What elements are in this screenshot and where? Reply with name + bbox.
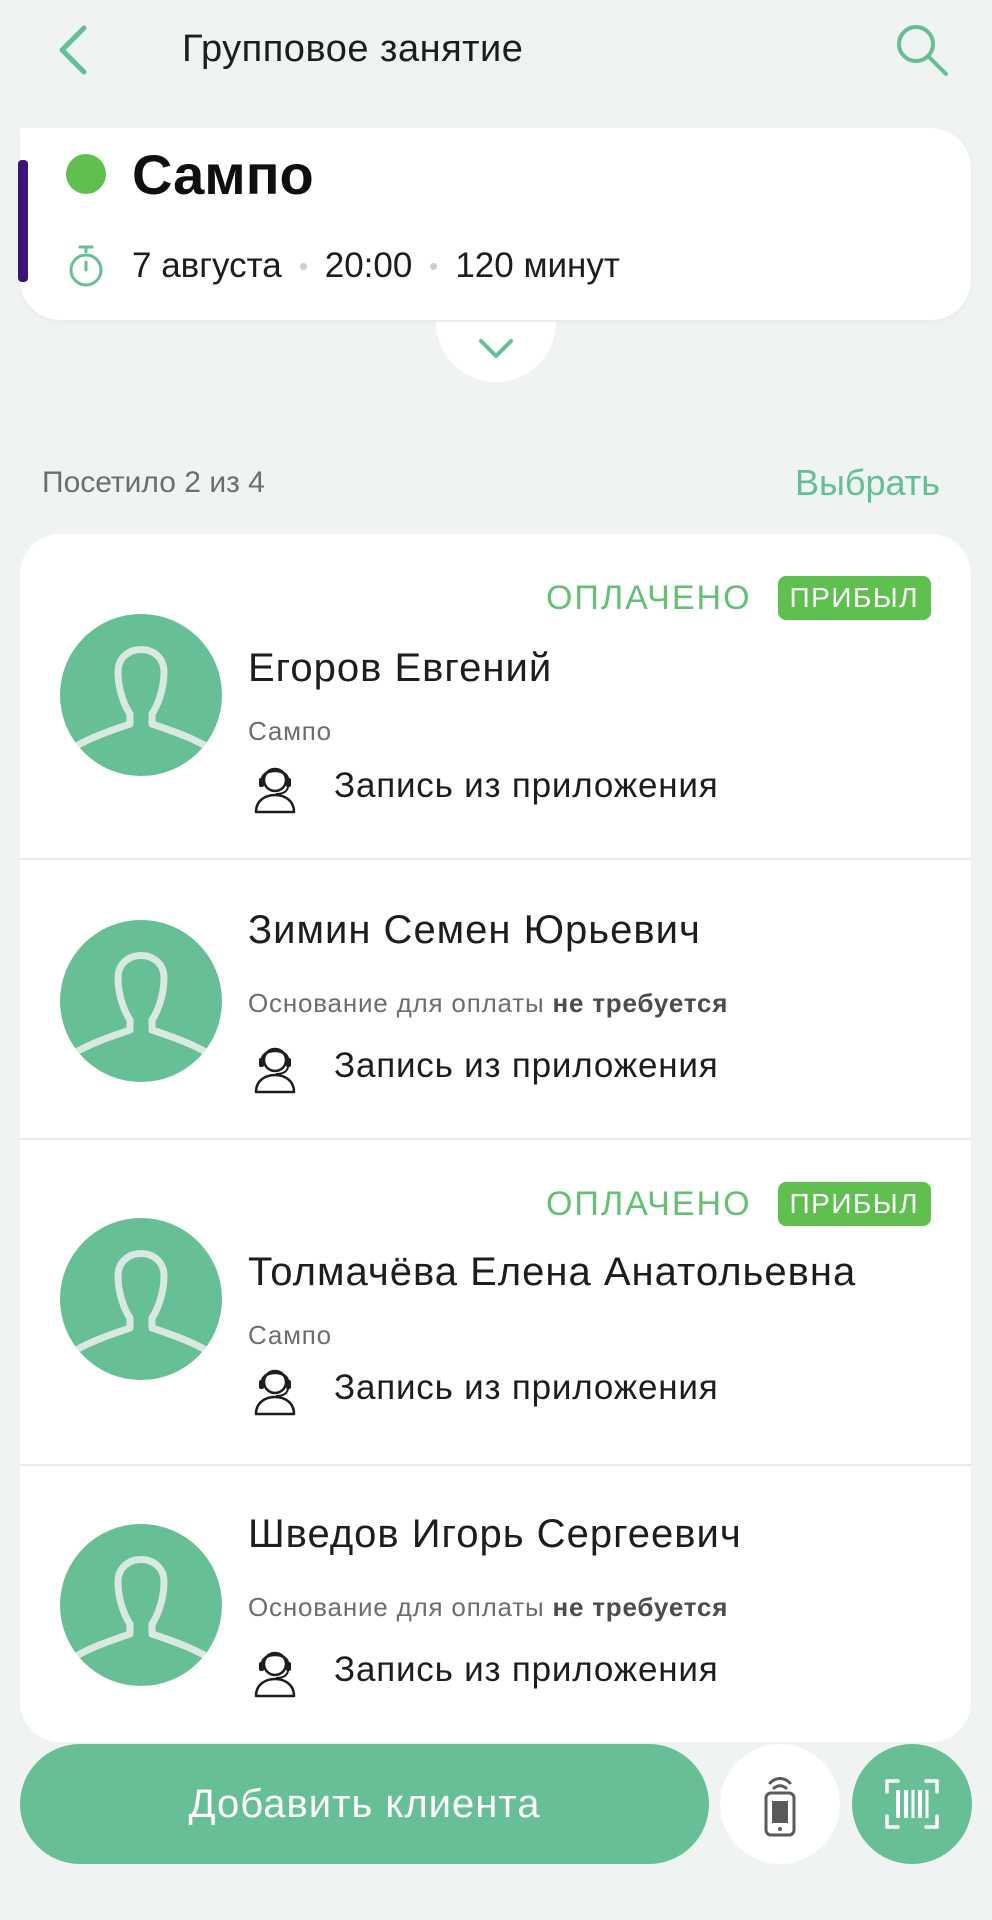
client-row[interactable]: ОПЛАЧЕНО ПРИБЫЛ Егоров Евгений Сампо Зап… (20, 534, 971, 860)
chevron-left-icon (59, 25, 87, 75)
client-name: Шведов Игорь Сергеевич (248, 1512, 742, 1556)
person-icon (60, 1250, 222, 1362)
client-status-badges: ОПЛАЧЕНО ПРИБЫЛ (546, 576, 931, 620)
client-subtitle: Основание для оплаты не требуется (248, 988, 728, 1019)
class-name: Сампо (132, 143, 314, 206)
barcode-scan-icon (885, 1779, 939, 1829)
client-source: Запись из приложения (334, 1046, 719, 1085)
client-status-badges: ОПЛАЧЕНО ПРИБЫЛ (546, 1182, 931, 1226)
client-subtitle: Сампо (248, 1320, 332, 1350)
search-button[interactable] (890, 18, 954, 82)
payment-basis-value: не требуется (552, 1592, 729, 1622)
chevron-down-icon (479, 339, 513, 358)
avatar (60, 920, 222, 1082)
payment-basis-label: Основание для оплаты (248, 988, 545, 1018)
client-row[interactable]: ОПЛАЧЕНО ПРИБЫЛ Толмачёва Елена Анатолье… (20, 1140, 971, 1466)
operator-icon (254, 1369, 296, 1416)
client-source: Запись из приложения (334, 1650, 719, 1689)
meta-separator (299, 262, 307, 270)
class-accent-bar (18, 160, 28, 282)
nfc-phone-icon (764, 1777, 796, 1837)
person-icon (60, 1556, 222, 1668)
class-meta: 7 августа 20:00 120 минут (132, 246, 620, 286)
meta-separator (430, 262, 438, 270)
client-name: Зимин Семен Юрьевич (248, 908, 701, 952)
payment-basis-value: не требуется (552, 988, 729, 1018)
client-source: Запись из приложения (334, 1368, 719, 1407)
client-name: Егоров Евгений (248, 646, 553, 690)
stopwatch-icon (69, 245, 103, 287)
back-button[interactable] (44, 20, 104, 80)
arrived-badge: ПРИБЫЛ (777, 1182, 931, 1226)
operator-icon (254, 1651, 296, 1698)
class-duration: 120 минут (455, 246, 620, 285)
class-info-card: Сампо 7 августа 20:00 120 минут (18, 128, 971, 320)
select-button[interactable]: Выбрать (795, 462, 940, 504)
person-icon (60, 952, 222, 1064)
attendance-summary: Посетило 2 из 4 (42, 466, 265, 499)
person-icon (60, 646, 222, 758)
operator-icon (254, 767, 296, 814)
status-indicator (66, 154, 106, 194)
paid-status: ОПЛАЧЕНО (545, 578, 752, 617)
page-title: Групповое занятие (182, 28, 524, 70)
client-name: Толмачёва Елена Анатольевна (248, 1250, 857, 1294)
client-row[interactable]: Зимин Семен Юрьевич Основание для оплаты… (20, 860, 971, 1140)
scan-button[interactable] (852, 1744, 972, 1864)
arrived-badge: ПРИБЫЛ (777, 576, 931, 620)
client-row[interactable]: Шведов Игорь Сергеевич Основание для опл… (20, 1466, 971, 1742)
class-time: 20:00 (324, 246, 413, 285)
client-subtitle: Основание для оплаты не требуется (248, 1592, 728, 1623)
paid-status: ОПЛАЧЕНО (545, 1184, 752, 1223)
client-source: Запись из приложения (334, 766, 719, 805)
search-icon (897, 25, 948, 76)
add-client-button[interactable]: Добавить клиента (20, 1744, 709, 1864)
avatar (60, 1524, 222, 1686)
client-list: ОПЛАЧЕНО ПРИБЫЛ Егоров Евгений Сампо Зап… (20, 534, 971, 1742)
nfc-button[interactable] (720, 1744, 840, 1864)
class-date: 7 августа (132, 246, 282, 285)
client-subtitle: Сампо (248, 716, 332, 746)
app-header: Групповое занятие (0, 0, 992, 110)
avatar (60, 614, 222, 776)
payment-basis-label: Основание для оплаты (248, 1592, 545, 1622)
avatar (60, 1218, 222, 1380)
operator-icon (254, 1047, 296, 1094)
